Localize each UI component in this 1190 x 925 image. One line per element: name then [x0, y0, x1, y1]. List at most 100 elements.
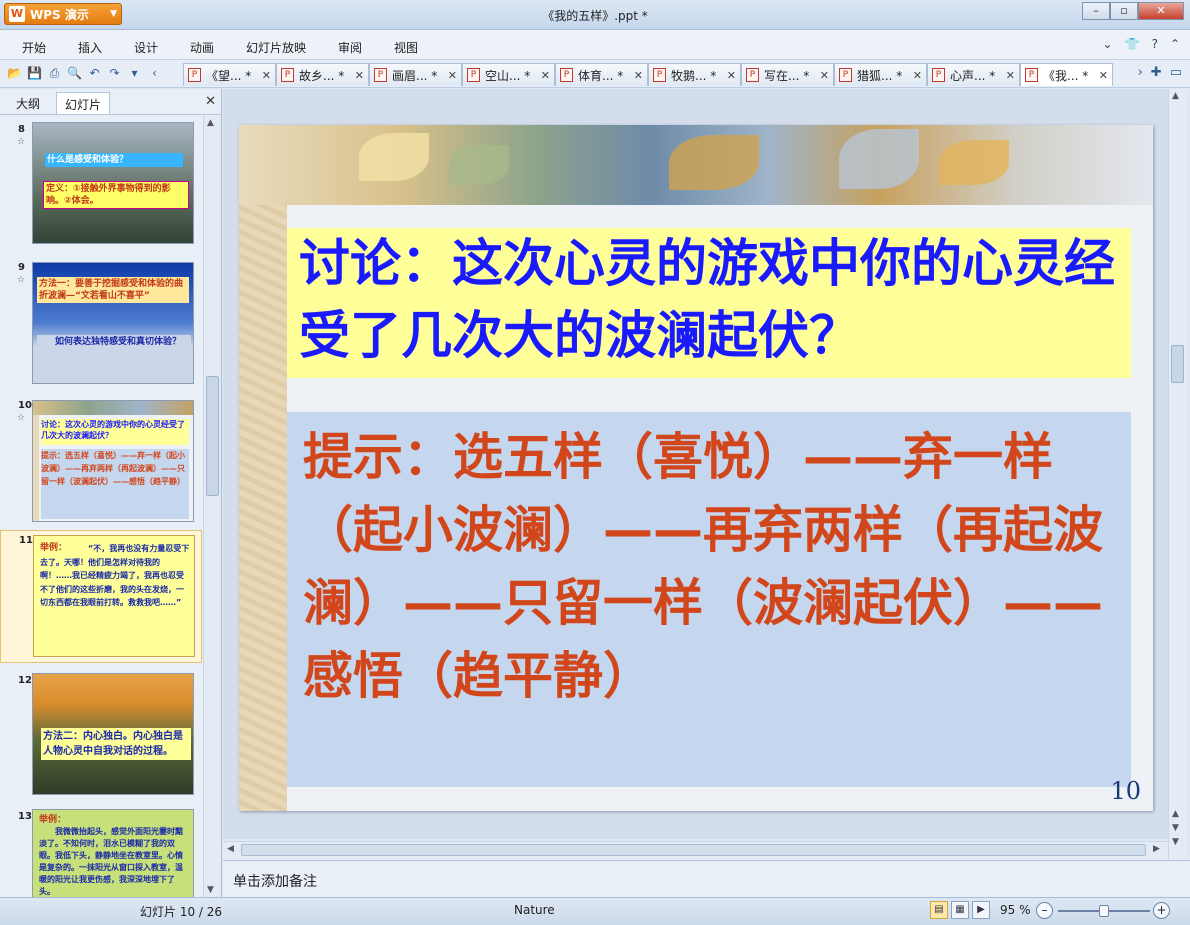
tab-slides[interactable]: 幻灯片 [56, 92, 111, 114]
skin-icon[interactable]: 👕 [1125, 37, 1140, 51]
doc-tab[interactable]: P 体育... * ✕ [555, 63, 648, 86]
zoom-in-icon[interactable]: + [1153, 902, 1170, 919]
slideshow-icon[interactable]: ▶ [972, 901, 990, 919]
thumbnail-text: 提示：选五样（喜悦）——弃一样（起小波澜）——再弃两样（再起波澜）——只留一样（… [41, 449, 189, 519]
doc-tab-label: 《我... * [1043, 68, 1089, 83]
menu-item-home[interactable]: 开始 [22, 39, 46, 56]
editor-vertical-scrollbar[interactable]: ▲ ▲ ▼ ▼ [1168, 89, 1186, 859]
minimize-icon[interactable]: – [1082, 2, 1110, 20]
ppt-file-icon: P [839, 68, 852, 82]
doc-tab[interactable]: P 空山... * ✕ [462, 63, 555, 86]
doc-tab-label: 空山... * [485, 68, 531, 83]
slide-sorter-icon[interactable]: ▦ [951, 901, 969, 919]
scroll-right-icon[interactable]: ▶ [1153, 844, 1160, 854]
scroll-down-icon[interactable]: ▼ [1172, 823, 1179, 833]
menu-item-animation[interactable]: 动画 [190, 39, 214, 56]
slide-thumbnail-10[interactable]: 10 ☆ 讨论：这次心灵的游戏中你的心灵经受了几次大的波澜起伏？ 提示：选五样（… [0, 396, 202, 526]
close-tab-icon[interactable]: ✕ [820, 69, 829, 82]
close-tab-icon[interactable]: ✕ [913, 69, 922, 82]
slide-nature-banner [239, 125, 1153, 205]
zoom-level[interactable]: 95 % [1000, 903, 1031, 917]
doc-tab[interactable]: P 《望... * ✕ [183, 63, 276, 86]
slide-title[interactable]: 讨论：这次心灵的游戏中你的心灵经受了几次大的波澜起伏？ [299, 229, 1119, 373]
print-preview-icon[interactable]: 🔍 [66, 65, 83, 82]
ppt-file-icon: P [374, 68, 387, 82]
print-icon[interactable]: ⎙ [46, 65, 63, 82]
tab-scroll-right-icon[interactable]: › [1138, 65, 1143, 80]
menu-item-insert[interactable]: 插入 [78, 39, 102, 56]
customize-dropdown-icon[interactable]: ▾ [126, 65, 143, 82]
slide-thumbnail-9[interactable]: 9 ☆ 方法一：要善于挖掘感受和体验的曲折波澜—“文若看山不喜平” 如何表达独特… [0, 258, 202, 386]
doc-tab[interactable]: P 写在... * ✕ [741, 63, 834, 86]
menu-item-design[interactable]: 设计 [134, 39, 158, 56]
close-tab-icon[interactable]: ✕ [541, 69, 550, 82]
new-tab-icon[interactable]: ✚ [1151, 65, 1162, 80]
quick-access-icons: 📂 💾 ⎙ 🔍 ↶ ↷ ▾ ‹ [6, 65, 163, 82]
doc-tab[interactable]: P 故乡... * ✕ [276, 63, 369, 86]
thumbnail-image: 举例： 我微微抬起头，感觉外面阳光霎时黯淡了。不知何时，泪水已模糊了我的双眼。我… [32, 809, 194, 897]
menu-item-review[interactable]: 审阅 [338, 39, 362, 56]
normal-view-icon[interactable]: ▤ [930, 901, 948, 919]
thumbnail-text: 方法一：要善于挖掘感受和体验的曲折波澜—“文若看山不喜平” [37, 277, 189, 303]
close-tab-icon[interactable]: ✕ [355, 69, 364, 82]
zoom-slider[interactable] [1058, 905, 1150, 917]
scrollbar-thumb[interactable] [1171, 345, 1184, 383]
tab-list-icon[interactable]: ▭ [1170, 65, 1182, 80]
close-tab-icon[interactable]: ✕ [1099, 69, 1108, 82]
doc-tab-label: 《望... * [206, 68, 252, 83]
scroll-up-icon[interactable]: ▲ [1172, 91, 1179, 101]
doc-tab[interactable]: P 画眉... * ✕ [369, 63, 462, 86]
close-tab-icon[interactable]: ✕ [262, 69, 271, 82]
slide-number: 8 [18, 124, 25, 135]
close-icon[interactable]: ✕ [205, 94, 216, 109]
zoom-slider-knob[interactable] [1099, 905, 1109, 917]
maximize-icon[interactable]: ▫ [1110, 2, 1138, 20]
redo-icon[interactable]: ↷ [106, 65, 123, 82]
scroll-left-icon[interactable]: ◀ [227, 844, 234, 854]
scrollbar-thumb[interactable] [241, 844, 1146, 856]
animation-star-icon: ☆ [17, 413, 26, 423]
close-tab-icon[interactable]: ✕ [634, 69, 643, 82]
tab-scroll-left-icon[interactable]: ‹ [146, 65, 163, 82]
notes-placeholder[interactable]: 单击添加备注 [233, 871, 317, 891]
doc-tab[interactable]: P 牧鹅... * ✕ [648, 63, 741, 86]
close-tab-icon[interactable]: ✕ [448, 69, 457, 82]
ppt-file-icon: P [560, 68, 573, 82]
help-icon[interactable]: ? [1152, 37, 1158, 51]
slide-thumbnail-12[interactable]: 12 方法二：内心独白。内心独白是人物心灵中自我对话的过程。 [0, 671, 202, 799]
chevron-down-icon[interactable]: ⌄ [1103, 37, 1113, 51]
slide-thumbnail-11[interactable]: 11 举例： “不，我再也没有力量忍受下去了。天哪！他们是怎样对待我的啊！……我… [0, 530, 202, 663]
current-slide[interactable]: 讨论：这次心灵的游戏中你的心灵经受了几次大的波澜起伏？ 提示：选五样（喜悦）——… [239, 125, 1153, 811]
zoom-out-icon[interactable]: – [1036, 902, 1053, 919]
close-icon[interactable]: ✕ [1138, 2, 1184, 20]
ribbon-collapse-icon[interactable]: ⌃ [1170, 37, 1180, 51]
tab-outline[interactable]: 大纲 [8, 92, 48, 114]
scroll-up-icon[interactable]: ▲ [207, 118, 214, 128]
previous-slide-icon[interactable]: ▲ [1172, 809, 1179, 819]
undo-icon[interactable]: ↶ [86, 65, 103, 82]
slides-panel-scrollbar[interactable]: ▲ ▼ [203, 116, 221, 897]
slide-thumbnail-8[interactable]: 8 ☆ 什么是感受和体验？ 定义：①接触外界事物得到的影响。②体会。 [0, 120, 202, 248]
thumbnail-text: 如何表达独特感受和真切体验？ [37, 335, 191, 349]
save-icon[interactable]: 💾 [26, 65, 43, 82]
menu-item-view[interactable]: 视图 [394, 39, 418, 56]
doc-tab-active[interactable]: P 《我... * ✕ [1020, 63, 1113, 86]
slide-hint-text[interactable]: 提示：选五样（喜悦）——弃一样（起小波澜）——再弃两样（再起波澜）——只留一样（… [303, 421, 1103, 713]
doc-tab-label: 心声... * [950, 68, 996, 83]
scrollbar-thumb[interactable] [206, 376, 219, 496]
thumbnail-image: 方法二：内心独白。内心独白是人物心灵中自我对话的过程。 [32, 673, 194, 795]
doc-tab[interactable]: P 猎狐... * ✕ [834, 63, 927, 86]
close-tab-icon[interactable]: ✕ [727, 69, 736, 82]
notes-pane[interactable]: 单击添加备注 [223, 860, 1190, 897]
close-tab-icon[interactable]: ✕ [1006, 69, 1015, 82]
slide-number: 12 [18, 675, 32, 686]
open-icon[interactable]: 📂 [6, 65, 23, 82]
menu-item-slideshow[interactable]: 幻灯片放映 [246, 39, 306, 56]
ppt-file-icon: P [653, 68, 666, 82]
slide-thumbnail-13[interactable]: 13 举例： 我微微抬起头，感觉外面阳光霎时黯淡了。不知何时，泪水已模糊了我的双… [0, 807, 202, 897]
next-slide-icon[interactable]: ▼ [1172, 837, 1179, 847]
title-bar: W WPS 演示 ▼ 《我的五样》.ppt * – ▫ ✕ [0, 0, 1190, 30]
editor-horizontal-scrollbar[interactable]: ◀ ▶ [223, 841, 1168, 859]
scroll-down-icon[interactable]: ▼ [207, 885, 214, 895]
doc-tab[interactable]: P 心声... * ✕ [927, 63, 1020, 86]
